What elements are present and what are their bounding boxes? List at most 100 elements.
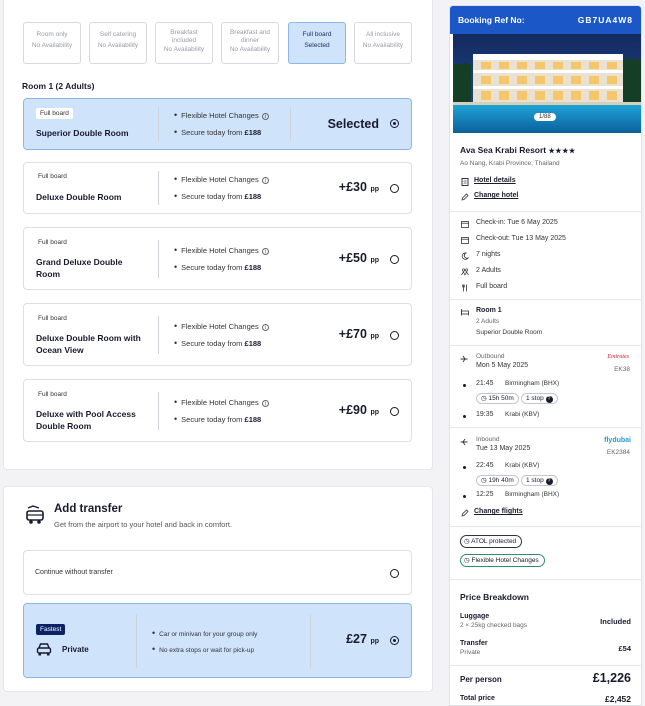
fastest-badge: Fastest [36,624,66,635]
outbound-flight-number: EK38 [614,366,630,373]
inbound-arr-time: 12:25 [476,491,494,498]
private-transfer-radio[interactable] [390,636,399,645]
outbound-stops-text: 1 stop [526,395,544,402]
board-option-label: Room only [36,31,68,38]
board-option-full-board[interactable]: Full board Selected [288,22,346,64]
board-option-room-only[interactable]: Room only No Availability [23,22,81,64]
inbound-dep-airport: Krabi (KBV) [505,462,540,469]
board-tag: Full board [34,313,71,324]
room-features: Flexible Hotel Changesi Secure today fro… [174,394,269,428]
room-option-superior-double[interactable]: Full board Superior Double Room Flexible… [23,98,412,150]
board-option-label: All inclusive [366,31,400,38]
room-radio[interactable] [390,184,399,193]
room-price: +£90 pp [339,403,379,417]
info-icon[interactable]: i [261,176,269,184]
board-option-all-inclusive[interactable]: All inclusive No Availability [354,22,412,64]
timeline-dot [463,466,466,469]
moon-icon [461,252,469,260]
image-counter: 1/88 [534,113,556,121]
feature-secure: Secure today from [181,339,243,348]
divider [450,665,641,666]
outbound-dep-time: 21:45 [476,380,494,387]
atol-chip: ◷ ATOL protected [460,535,523,548]
info-icon[interactable]: i [261,399,269,407]
no-transfer-label: Continue without transfer [35,569,113,576]
room-price: Selected [328,117,379,131]
divider [158,316,159,354]
room-radio[interactable] [390,331,399,340]
per-person-value: £1,226 [592,671,631,685]
room-title: Room 1 [476,307,502,314]
board-option-breakfast[interactable]: Breakfast included No Availability [155,22,213,64]
nights: 7 nights [476,251,501,258]
room-features: Flexible Hotel Changesi Secure today fro… [174,242,269,276]
booking-ref-bar: Booking Ref No: GB7UA4W8 [450,6,641,34]
secure-price: £188 [244,192,262,201]
transfer-bus-icon [26,505,44,524]
no-transfer-radio[interactable] [390,569,399,578]
board-option-breakfast-dinner[interactable]: Breakfast and dinner No Availability [221,22,279,64]
room-option-pool-access[interactable]: Full board Deluxe with Pool Access Doubl… [23,379,412,442]
pp-label: pp [370,257,379,264]
room-heading: Room 1 (2 Adults) [22,81,95,91]
inbound-duration-text: 19h 40m [488,477,514,484]
feature-secure: Secure today from [181,128,243,137]
price-value: +£50 [338,251,367,265]
outbound-stops[interactable]: 1 stop ? [521,393,558,404]
transfer-summary-detail: Private [460,649,481,656]
info-icon[interactable]: i [261,247,269,255]
question-icon: ? [545,478,553,485]
board-option-status: Selected [304,42,330,49]
flydubai-logo: flydubai [604,437,631,444]
feature-flex: Flexible Hotel Changes [181,175,259,184]
secure-price: £188 [244,415,262,424]
pp-label: pp [370,638,379,645]
outbound-dep-airport: Birmingham (BHX) [505,380,560,387]
room-option-deluxe-double[interactable]: Full board Deluxe Double Room Flexible H… [23,162,412,214]
room-price: +£70 pp [339,327,379,341]
hotel-name: Ava Sea Krabi Resort ★★★★ [460,145,576,155]
change-hotel-link[interactable]: Change hotel [474,192,518,199]
room-option-grand-deluxe[interactable]: Full board Grand Deluxe Double Room Flex… [23,227,412,290]
booking-ref-label: Booking Ref No: [458,15,525,25]
flex-chip-text: Flexible Hotel Changes [471,557,539,564]
room-name: Grand Deluxe Double Room [36,257,123,279]
private-feature-1: Car or minivan for your group only [152,626,257,642]
room-adults: 2 Adults [476,318,500,325]
board-option-self-catering[interactable]: Self catering No Availability [89,22,147,64]
room-name: Deluxe with Pool Access Double Room [36,409,136,431]
board-tag: Full board [36,108,73,119]
flex-chip: ◷ Flexible Hotel Changes [460,554,545,567]
room-features: Flexible Hotel Changesi Secure today fro… [174,318,269,352]
inbound-stops[interactable]: 1 stop ? [521,475,558,486]
room-radio[interactable] [390,407,399,416]
feature-flex: Flexible Hotel Changes [181,246,259,255]
adults: 2 Adults [476,267,501,274]
price-value: +£70 [338,327,367,341]
private-transfer-option[interactable]: Fastest Private Car or minivan for your … [23,603,412,678]
hotel-details-link[interactable]: Hotel details [474,177,516,184]
info-icon[interactable]: i [261,323,269,331]
transfer-price: £27 pp [346,632,379,646]
pp-label: pp [370,409,379,416]
secure-price: £188 [244,128,262,137]
room-radio[interactable] [390,255,399,264]
bed-icon [461,309,469,316]
transfer-summary-label: Transfer [460,640,488,647]
info-icon[interactable]: i [261,112,269,120]
outbound-arr-time: 19:35 [476,411,494,418]
room-option-ocean-view[interactable]: Full board Deluxe Double Room with Ocean… [23,303,412,366]
secure-price: £188 [244,339,262,348]
board-tag: Full board [34,237,71,248]
hotel-stars: ★★★★ [548,148,576,155]
timeline-dot [463,415,466,418]
luggage-detail: 2 × 25kg checked bags [460,622,528,629]
no-transfer-option[interactable]: Continue without transfer [23,550,412,595]
change-flights-link[interactable]: Change flights [474,508,523,515]
luggage-label: Luggage [460,613,490,620]
board-option-label: Breakfast and dinner [229,29,271,44]
room-radio[interactable] [390,119,399,128]
pencil-icon [461,193,469,201]
divider [158,240,159,278]
hotel-location: Ao Nang, Krabi Province, Thailand [460,160,560,167]
